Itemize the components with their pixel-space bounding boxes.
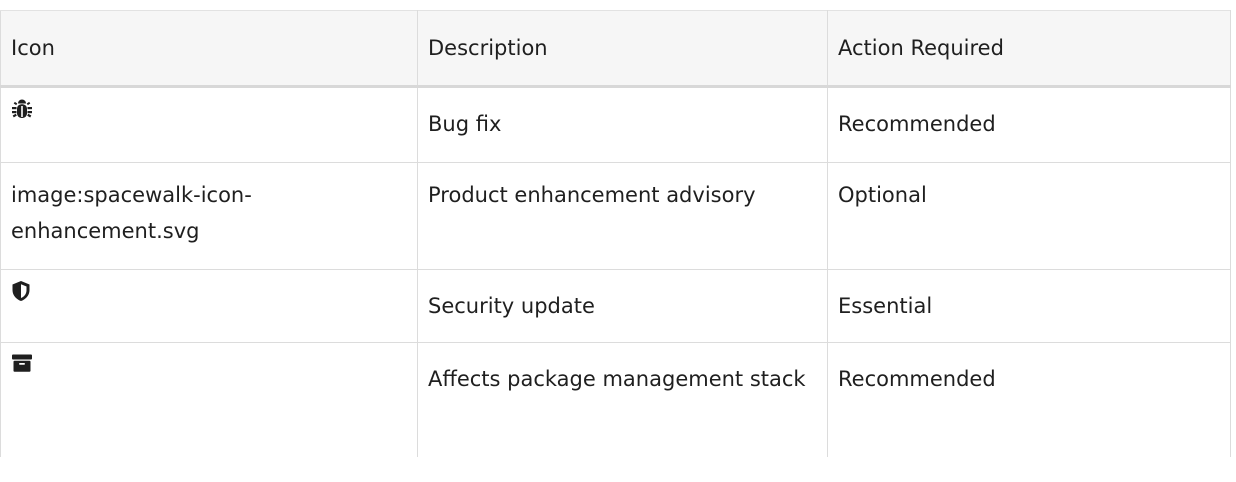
icon-cell [0,86,418,163]
header-row: Icon Description Action Required [0,10,1231,88]
advisory-icon-table: Icon Description Action Required Bug fix… [0,10,1231,457]
table-row: image:spacewalk-icon-enhancement.svg Pro… [0,162,1231,270]
table-row: Affects package management stack Recomme… [0,342,1231,457]
header-description: Description [417,10,828,88]
action-text: Essential [838,294,933,318]
description-cell: Bug fix [417,86,828,163]
table-row: Bug fix Recommended [0,86,1231,163]
action-cell: Optional [827,162,1231,270]
description-text: Bug fix [428,112,502,136]
icon-cell [0,269,418,343]
header-icon: Icon [0,10,418,88]
description-text: Security update [428,294,595,318]
action-cell: Recommended [827,342,1231,457]
description-text: Product enhancement advisory [428,183,756,207]
header-action-required: Action Required [827,10,1231,88]
icon-cell [0,342,418,457]
description-cell: Security update [417,269,828,343]
description-cell: Affects package management stack [417,342,828,457]
icon-cell: image:spacewalk-icon-enhancement.svg [0,162,418,270]
archive-box-icon [11,353,407,373]
action-text: Optional [838,183,927,207]
description-cell: Product enhancement advisory [417,162,828,270]
action-text: Recommended [838,367,996,391]
advisory-icon-table-container: Icon Description Action Required Bug fix… [0,10,1236,457]
shield-icon [11,280,407,302]
table-body: Bug fix Recommended image:spacewalk-icon… [0,86,1231,457]
bug-icon [11,98,407,120]
description-text: Affects package management stack [428,367,806,391]
action-cell: Essential [827,269,1231,343]
table-header: Icon Description Action Required [0,10,1231,88]
action-text: Recommended [838,112,996,136]
action-cell: Recommended [827,86,1231,163]
table-row: Security update Essential [0,269,1231,343]
enhancement-icon-placeholder-text: image:spacewalk-icon-enhancement.svg [11,183,252,243]
